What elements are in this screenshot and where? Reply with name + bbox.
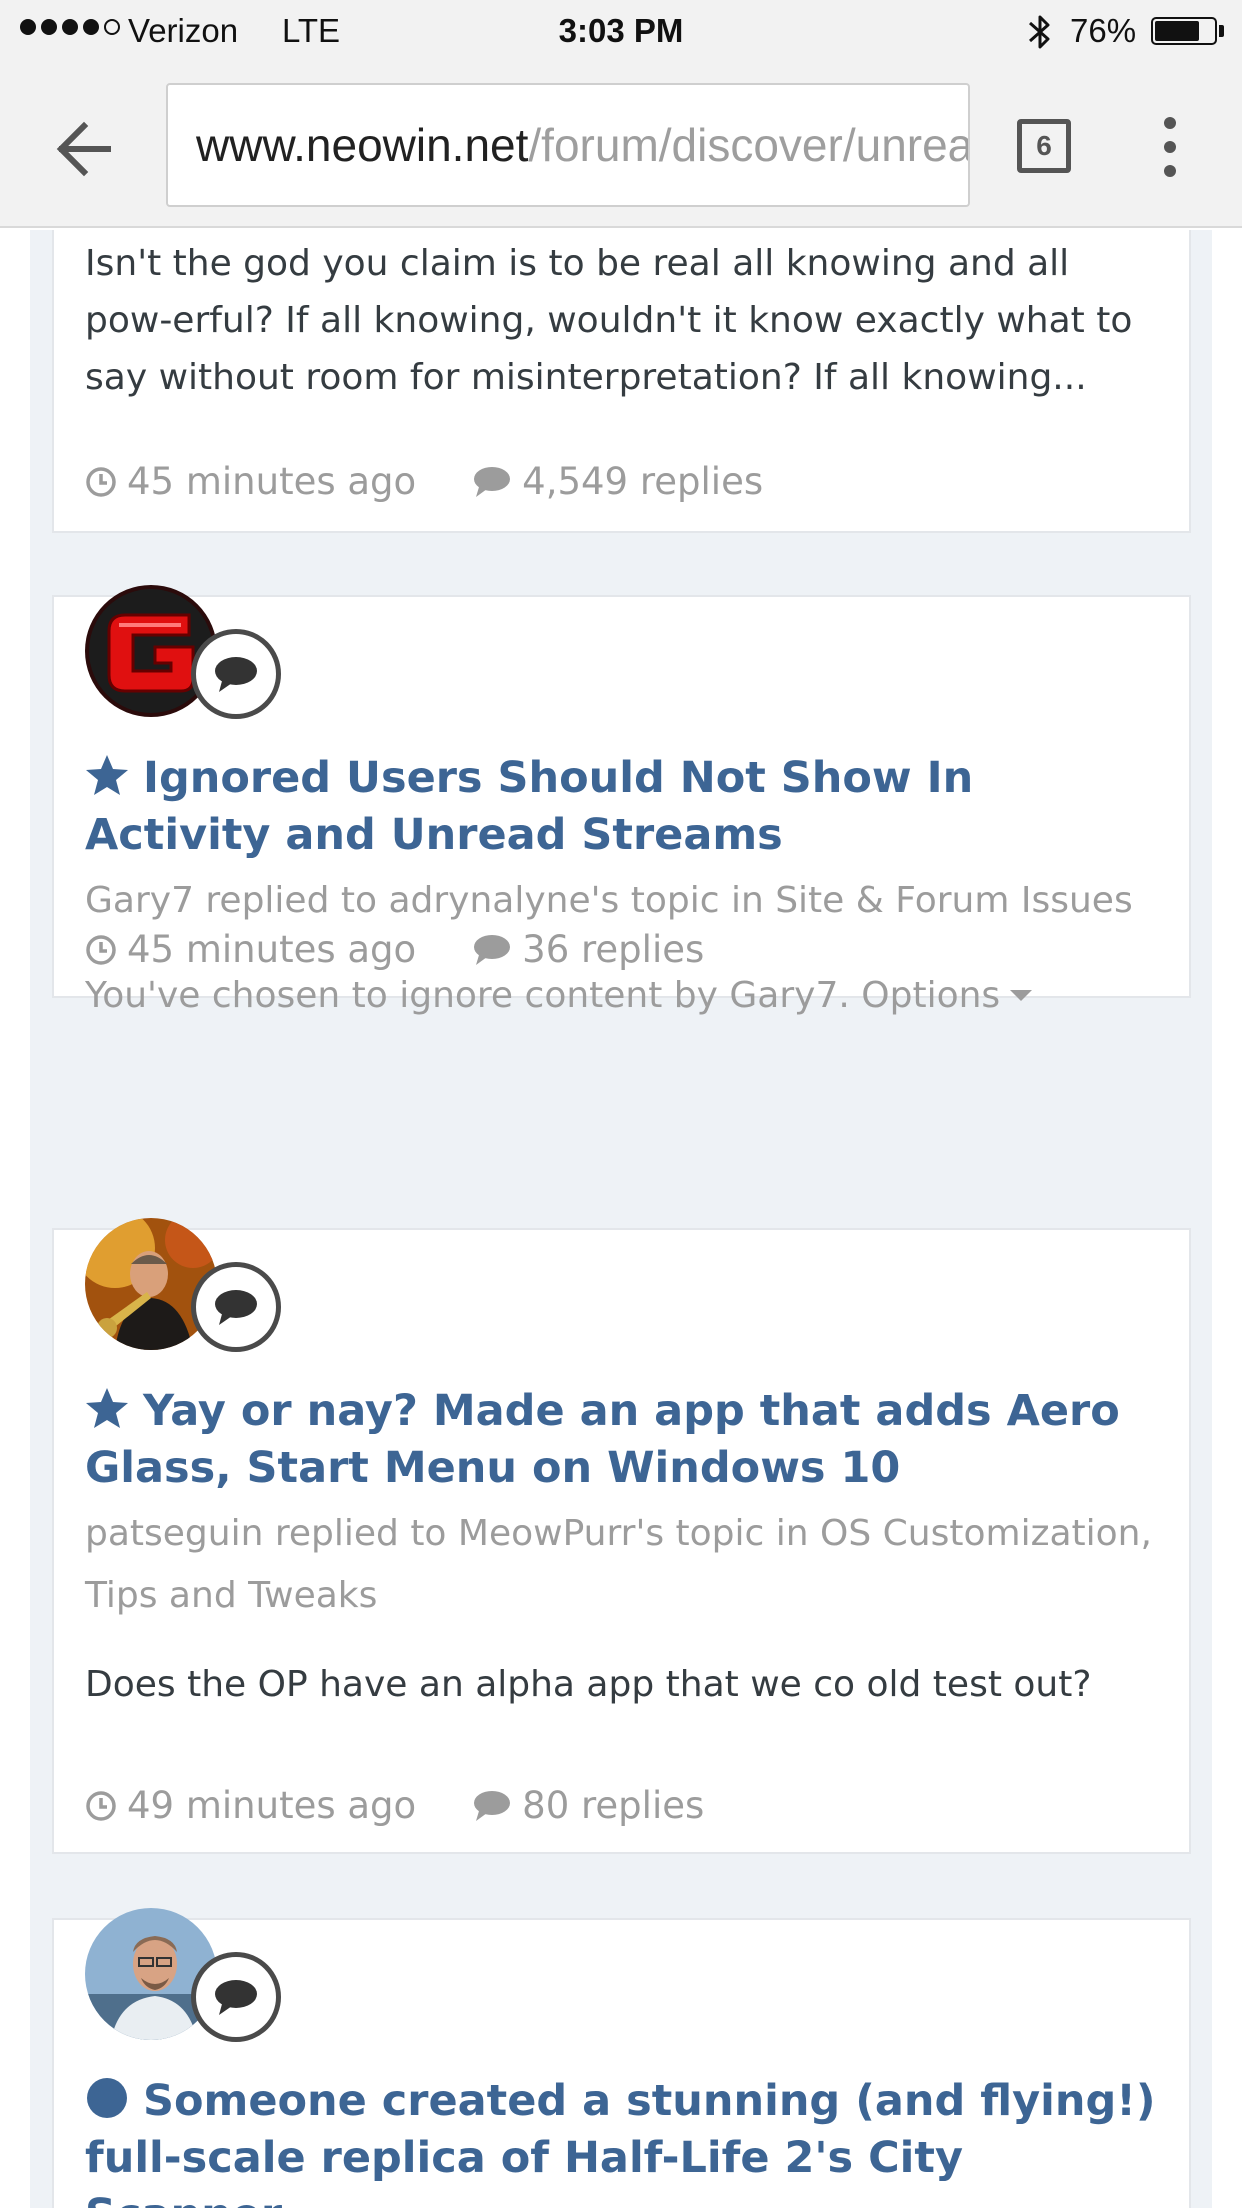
post-meta: 45 minutes ago 36 replies bbox=[85, 928, 760, 971]
comment-icon bbox=[474, 1790, 511, 1821]
back-arrow-icon[interactable] bbox=[50, 114, 120, 184]
speech-bubble-icon bbox=[215, 1980, 257, 2015]
comment-type-badge bbox=[191, 629, 281, 719]
post-time: 49 minutes ago bbox=[127, 1784, 417, 1827]
comment-type-badge bbox=[191, 1262, 281, 1352]
star-icon bbox=[86, 1388, 128, 1428]
tab-switcher-button[interactable]: 6 bbox=[1017, 119, 1071, 173]
post-time: 45 minutes ago bbox=[127, 928, 417, 971]
feed-card[interactable]: Isn't the god you claim is to be real al… bbox=[52, 230, 1191, 533]
feed-card[interactable]: Ignored Users Should Not Show In Activit… bbox=[52, 585, 1191, 1016]
speech-bubble-icon bbox=[215, 657, 257, 692]
clock-icon bbox=[86, 934, 116, 965]
feed-card[interactable]: Someone created a stunning (and flying!)… bbox=[52, 1908, 1191, 2208]
overflow-menu-icon[interactable] bbox=[1150, 117, 1190, 177]
battery-nub bbox=[1219, 25, 1224, 37]
activity-feed: Isn't the god you claim is to be real al… bbox=[30, 230, 1212, 2208]
browser-toolbar: www.neowin.net/forum/discover/unread 6 bbox=[0, 62, 1242, 228]
url-host: www.neowin.net bbox=[196, 119, 529, 171]
screen: Verizon LTE 3:03 PM 76% www.neowin.net/f… bbox=[0, 0, 1242, 2208]
post-excerpt: Does the OP have an alpha app that we co… bbox=[85, 1664, 1092, 1705]
reply-count[interactable]: 4,549 replies bbox=[522, 460, 763, 503]
post-excerpt: Isn't the god you claim is to be real al… bbox=[85, 243, 1133, 398]
topic-byline: Gary7 replied to adrynalyne's topic in S… bbox=[85, 880, 1133, 921]
caret-down-icon bbox=[1010, 990, 1033, 1001]
ignored-note-text: You've chosen to ignore content by Gary7… bbox=[85, 975, 850, 1016]
post-meta: 45 minutes ago 4,549 replies bbox=[85, 460, 819, 503]
topic-title[interactable]: Yay or nay? Made an app that adds Aero G… bbox=[85, 1383, 1158, 1497]
status-bar: Verizon LTE 3:03 PM 76% bbox=[0, 0, 1242, 62]
unread-dot-icon bbox=[87, 2078, 127, 2118]
speech-bubble-icon bbox=[215, 1290, 257, 1325]
topic-byline: patseguin replied to MeowPurr's topic in… bbox=[85, 1513, 1152, 1616]
clock-icon bbox=[86, 466, 116, 497]
comment-type-badge bbox=[191, 1952, 281, 2042]
ignored-content-notice: You've chosen to ignore content by Gary7… bbox=[85, 967, 1158, 1024]
post-time: 45 minutes ago bbox=[127, 460, 417, 503]
comment-icon bbox=[474, 466, 511, 497]
bluetooth-icon bbox=[1029, 15, 1050, 49]
post-meta: 49 minutes ago 80 replies bbox=[85, 1784, 760, 1827]
url-path: /forum/discover/unread bbox=[528, 119, 970, 171]
clock-icon bbox=[86, 1790, 116, 1821]
battery-icon bbox=[1151, 17, 1217, 45]
reply-count[interactable]: 80 replies bbox=[522, 1784, 704, 1827]
topic-title[interactable]: Someone created a stunning (and flying!)… bbox=[85, 2073, 1158, 2208]
star-icon bbox=[86, 755, 128, 795]
options-label: Options bbox=[861, 975, 1001, 1016]
feed-card[interactable]: Yay or nay? Made an app that adds Aero G… bbox=[52, 1218, 1191, 1854]
topic-title[interactable]: Ignored Users Should Not Show In Activit… bbox=[85, 750, 1158, 864]
options-dropdown[interactable]: Options bbox=[861, 975, 1033, 1016]
address-bar[interactable]: www.neowin.net/forum/discover/unread bbox=[166, 83, 970, 207]
avatar-group bbox=[85, 1908, 285, 2048]
comment-icon bbox=[474, 934, 511, 965]
avatar-group bbox=[85, 585, 285, 725]
reply-count[interactable]: 36 replies bbox=[522, 928, 704, 971]
avatar-group bbox=[85, 1218, 285, 1358]
battery-percent: 76% bbox=[1070, 12, 1137, 49]
